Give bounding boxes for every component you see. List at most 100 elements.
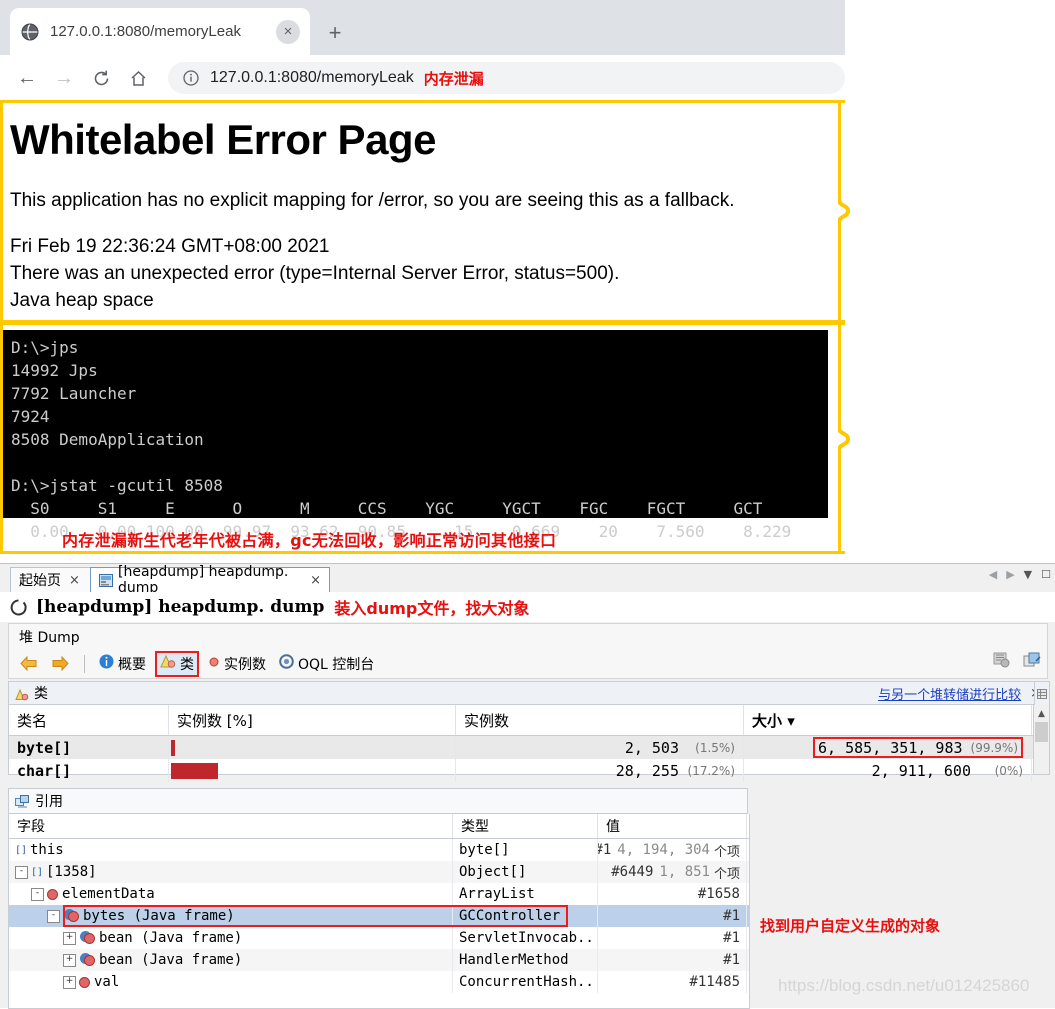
heapdump-icon bbox=[99, 573, 113, 587]
class-name: byte[] bbox=[17, 738, 72, 757]
callout-brace-bottom bbox=[838, 322, 856, 554]
address-bar[interactable]: 127.0.0.1:8080/memoryLeak 内存泄漏 bbox=[168, 62, 845, 94]
table-row[interactable]: + bean (Java frame) HandlerMethod #1 bbox=[9, 949, 749, 971]
column-header-classname[interactable]: 类名 bbox=[9, 705, 169, 735]
classes-table-scrollbar[interactable]: ▲ bbox=[1033, 705, 1050, 775]
compare-icon[interactable] bbox=[1023, 652, 1041, 672]
cell-field: - elementData bbox=[9, 883, 453, 905]
instances-bar bbox=[171, 739, 176, 756]
table-row[interactable]: - elementData ArrayList #1658 bbox=[9, 883, 749, 905]
toolbar-item-instances-label: 实例数 bbox=[224, 656, 266, 673]
type-label: Object[] bbox=[459, 864, 527, 880]
cell-size: 2, 911, 600 (0%) bbox=[744, 759, 1032, 782]
reload-icon[interactable] bbox=[84, 61, 118, 95]
java-frame-icon bbox=[84, 932, 95, 944]
column-header-instances-pct[interactable]: 实例数 [%] bbox=[169, 705, 456, 735]
cell-field: + val bbox=[9, 971, 453, 993]
references-panel-header: 引用 bbox=[8, 788, 748, 814]
scrollbar-thumb[interactable] bbox=[1035, 722, 1048, 742]
heapwalker-icon[interactable] bbox=[993, 652, 1011, 672]
back-icon[interactable]: ← bbox=[10, 61, 44, 95]
heap-dump-subtab[interactable]: 堆 Dump bbox=[8, 623, 1048, 649]
tab-heapdump[interactable]: [heapdump] heapdump. dump × bbox=[90, 564, 330, 596]
table-row[interactable]: + bean (Java frame) ServletInvocab... #1 bbox=[9, 927, 749, 949]
type-label: ArrayList bbox=[459, 886, 535, 902]
prev-tab-icon[interactable]: ◀ bbox=[989, 568, 997, 581]
heapdump-toolbar: 概要 类 实例数 OQL 控制台 bbox=[8, 649, 1048, 679]
toolbar-item-classes[interactable]: 类 bbox=[155, 650, 199, 677]
toolbar-item-classes-label: 类 bbox=[180, 656, 194, 673]
table-row[interactable]: + val ConcurrentHash... #11485 bbox=[9, 971, 749, 993]
collapse-icon[interactable]: - bbox=[47, 909, 60, 923]
instance-dot-icon bbox=[208, 656, 220, 672]
field-label: bean (Java frame) bbox=[99, 952, 243, 968]
toolbar-right-icons bbox=[993, 652, 1041, 672]
close-icon[interactable]: × bbox=[69, 573, 80, 588]
back-icon[interactable] bbox=[15, 653, 42, 674]
cell-field: -[] [1358] bbox=[9, 861, 453, 883]
error-message: Java heap space bbox=[10, 290, 154, 311]
collapse-icon[interactable]: - bbox=[31, 887, 44, 901]
size-highlight: 6, 585, 351, 983 (99.9%) bbox=[813, 737, 1023, 758]
column-header-size[interactable]: 大小 ▾ bbox=[744, 705, 1032, 735]
size-value: 6, 585, 351, 983 bbox=[818, 738, 963, 757]
browser-tab[interactable]: 127.0.0.1:8080/memoryLeak × bbox=[10, 8, 310, 55]
value-id: #6449 bbox=[611, 864, 654, 880]
java-frame-icon bbox=[68, 910, 79, 922]
table-row[interactable]: -[] [1358] Object[] #6449 1, 851 个项 bbox=[9, 861, 749, 883]
tab-start-page-label: 起始页 bbox=[19, 573, 61, 589]
cell-value: #1658 bbox=[598, 883, 747, 905]
jvisualvm-tabstrip: 起始页 × [heapdump] heapdump. dump × ◀ ▶ ▼ … bbox=[0, 564, 1055, 596]
toolbar-item-instances[interactable]: 实例数 bbox=[204, 652, 270, 676]
toolbar-divider bbox=[84, 654, 85, 673]
maximize-icon[interactable]: ☐ bbox=[1041, 568, 1051, 581]
table-options-icon[interactable] bbox=[1034, 681, 1050, 707]
column-header-type[interactable]: 类型 bbox=[453, 814, 598, 838]
oql-icon bbox=[279, 654, 294, 673]
collapse-icon[interactable]: - bbox=[15, 865, 28, 879]
class-name: char[] bbox=[17, 761, 72, 780]
column-header-value[interactable]: 值 bbox=[598, 814, 747, 838]
info-icon[interactable] bbox=[182, 69, 200, 87]
expand-icon[interactable]: + bbox=[63, 931, 76, 945]
forward-icon[interactable]: → bbox=[47, 61, 81, 95]
column-header-field[interactable]: 字段 bbox=[9, 814, 453, 838]
cell-field: [] this bbox=[9, 839, 453, 861]
toolbar-item-overview[interactable]: 概要 bbox=[95, 652, 150, 676]
table-row[interactable]: byte[] 2, 503 (1.5%) 6, 585, 351, 983 (99.9%… bbox=[9, 736, 1034, 759]
value-id: #1658 bbox=[697, 886, 740, 902]
expand-icon[interactable]: + bbox=[63, 975, 76, 989]
instances-percent: (1.5%) bbox=[695, 740, 735, 755]
table-row[interactable]: char[] 28, 255 (17.2%) 2, 911, 600 (0%) bbox=[9, 759, 1034, 782]
cell-size: 6, 585, 351, 983 (99.9%) bbox=[744, 736, 1032, 759]
close-icon[interactable]: × bbox=[276, 19, 300, 44]
new-tab-button[interactable]: + bbox=[322, 20, 348, 46]
forward-icon[interactable] bbox=[47, 653, 74, 674]
console-annotation: 内存泄漏新生代老年代被占满，gc无法回收，影响正常访问其他接口 bbox=[62, 531, 557, 550]
cell-value: #1 bbox=[598, 905, 747, 927]
classes-table: 类名 实例数 [%] 实例数 大小 ▾ byte[] 2, 503 (1.5%) 6,… bbox=[8, 705, 1035, 782]
table-row[interactable]: - bytes (Java frame) GCController #1 bbox=[9, 905, 749, 927]
tab-start-page[interactable]: 起始页 × bbox=[10, 567, 98, 592]
cell-instances: 28, 255 (17.2%) bbox=[456, 759, 744, 782]
cell-classname: byte[] bbox=[9, 736, 169, 759]
cell-field: - bytes (Java frame) bbox=[9, 905, 453, 927]
column-header-instances[interactable]: 实例数 bbox=[456, 705, 744, 735]
table-row[interactable]: []this byte[] #1 4, 194, 304个项 bbox=[9, 839, 749, 861]
scroll-up-icon[interactable]: ▲ bbox=[1034, 705, 1049, 722]
close-icon[interactable]: × bbox=[310, 573, 321, 588]
compare-heapdump-link[interactable]: 与另一个堆转储进行比较 bbox=[878, 684, 1021, 703]
toolbar-item-oql[interactable]: OQL 控制台 bbox=[275, 652, 378, 676]
instances-value: 28, 255 bbox=[615, 761, 679, 780]
chevron-down-icon[interactable]: ▼ bbox=[1024, 568, 1032, 581]
type-label: ServletInvocab... bbox=[459, 930, 598, 946]
browser-tab-title: 127.0.0.1:8080/memoryLeak bbox=[50, 23, 241, 40]
cell-value: #6449 1, 851 个项 bbox=[598, 861, 747, 883]
next-tab-icon[interactable]: ▶ bbox=[1006, 568, 1014, 581]
cell-value: #1 4, 194, 304个项 bbox=[598, 839, 747, 861]
cell-type: GCController bbox=[453, 905, 598, 927]
expand-icon[interactable]: + bbox=[63, 953, 76, 967]
page-title: Whitelabel Error Page bbox=[10, 116, 436, 163]
home-icon[interactable] bbox=[121, 61, 155, 95]
cell-value: #1 bbox=[598, 949, 747, 971]
